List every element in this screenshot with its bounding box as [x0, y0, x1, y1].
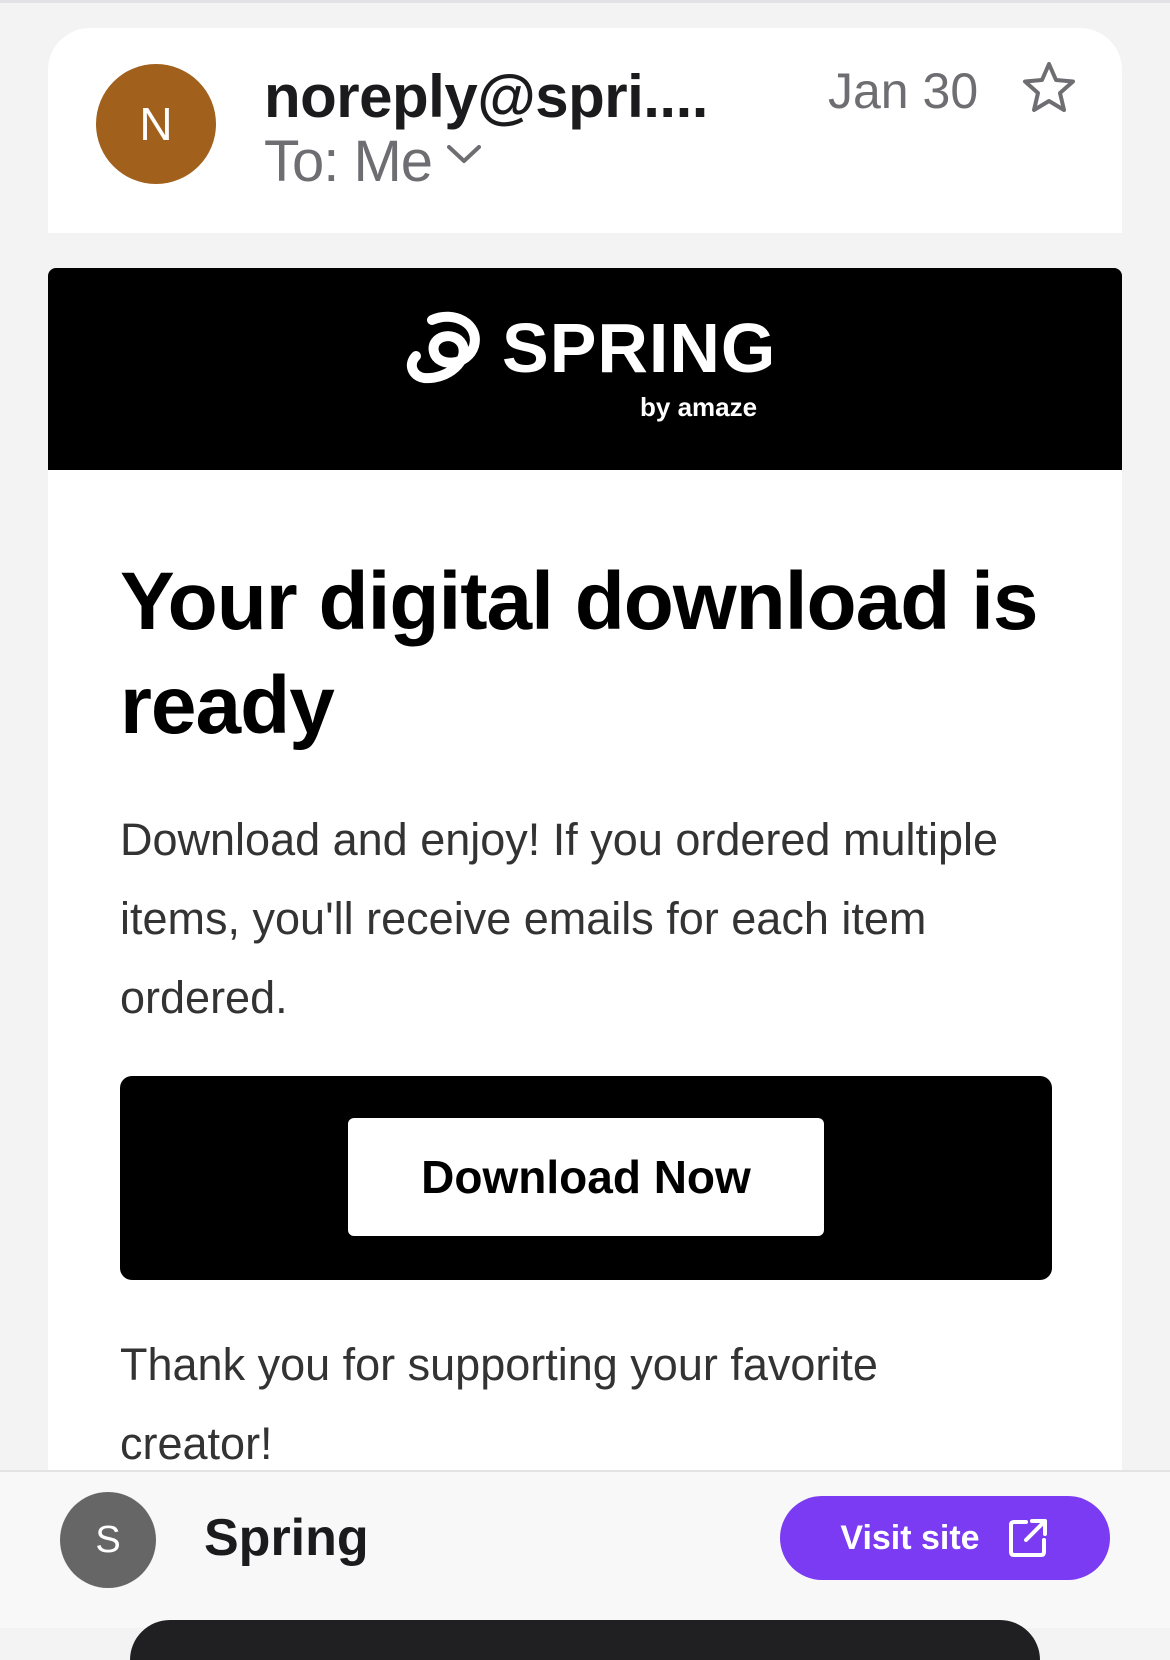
sender-avatar-initial: N [139, 98, 173, 150]
sponsor-bar: S Spring Visit site [0, 1470, 1170, 1660]
brand-banner: SPRING by amaze [48, 268, 1122, 470]
visit-site-button[interactable]: Visit site [780, 1496, 1110, 1580]
bottom-sheet-handle[interactable] [130, 1620, 1040, 1660]
top-divider [0, 0, 1170, 3]
email-headline: Your digital download is ready [120, 556, 1038, 751]
email-header: N noreply@spri.... To: Me Jan 30 [48, 28, 1122, 233]
chevron-down-icon [447, 144, 482, 163]
spring-logo-icon [406, 311, 480, 384]
recipient-toggle[interactable]: To: Me [264, 128, 482, 195]
brand-byline: by amaze [640, 392, 758, 422]
sponsor-avatar: S [60, 1492, 156, 1588]
external-link-icon [1008, 1519, 1047, 1557]
email-date: Jan 30 [828, 63, 979, 119]
email-thanks: Thank you for supporting your favorite c… [120, 1339, 878, 1469]
sponsor-avatar-initial: S [95, 1518, 121, 1561]
brand-name: SPRING [502, 309, 777, 387]
sponsor-name: Spring [204, 1509, 369, 1567]
recipient-label: To: Me [264, 129, 433, 194]
sender-address[interactable]: noreply@spri.... [264, 62, 708, 131]
cta-container: Download Now [120, 1076, 1052, 1280]
email-intro: Download and enjoy! If you ordered multi… [120, 814, 999, 1023]
star-icon[interactable] [1020, 60, 1078, 116]
sender-avatar[interactable]: N [96, 64, 216, 184]
visit-site-label: Visit site [840, 1518, 980, 1557]
download-now-button[interactable]: Download Now [348, 1118, 824, 1236]
email-content: Your digital download is ready Download … [48, 470, 1122, 1473]
